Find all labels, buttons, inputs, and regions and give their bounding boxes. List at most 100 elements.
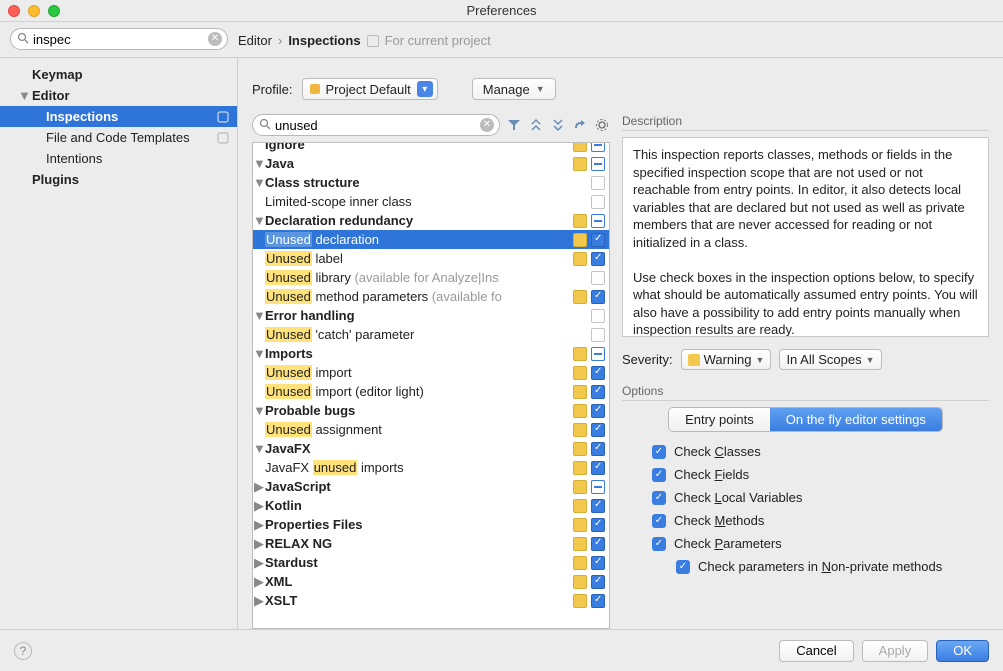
sidebar-item-keymap[interactable]: Keymap	[0, 64, 237, 85]
sidebar-item-plugins[interactable]: Plugins	[0, 169, 237, 190]
checkbox-mixed[interactable]	[591, 347, 605, 361]
project-scope-icon	[367, 35, 379, 47]
checkbox-mixed[interactable]	[591, 480, 605, 494]
tree-row[interactable]: ▼Java	[253, 154, 609, 173]
check-methods[interactable]: ✓Check Methods	[652, 513, 989, 528]
checkbox-checked[interactable]	[591, 537, 605, 551]
tree-row[interactable]: ▶Stardust	[253, 553, 609, 572]
chevron-right-icon: ▶	[253, 498, 265, 514]
tree-row[interactable]: ▼Class structure	[253, 173, 609, 192]
sidebar-item-editor[interactable]: ▼Editor	[0, 85, 237, 106]
chevron-down-icon: ▼	[253, 403, 265, 418]
checkbox-checked[interactable]	[591, 366, 605, 380]
tree-row[interactable]: Unused label	[253, 249, 609, 268]
tree-row[interactable]: ▶Properties Files	[253, 515, 609, 534]
tree-row[interactable]: ▶JavaScript	[253, 477, 609, 496]
tree-row[interactable]: ▼Error handling	[253, 306, 609, 325]
tree-search-input[interactable]	[252, 114, 500, 136]
tree-row[interactable]: Ignore	[253, 142, 609, 154]
tree-row[interactable]: ▼Declaration redundancy	[253, 211, 609, 230]
sidebar: Keymap ▼Editor Inspections File and Code…	[0, 58, 238, 629]
check-local-vars[interactable]: ✓Check Local Variables	[652, 490, 989, 505]
help-button[interactable]: ?	[14, 642, 32, 660]
tree-row[interactable]: Unused method parameters (available fo	[253, 287, 609, 306]
manage-button[interactable]: Manage ▼	[472, 78, 556, 100]
sidebar-search-input[interactable]	[10, 28, 228, 50]
reset-icon[interactable]	[572, 117, 588, 133]
check-non-private[interactable]: ✓Check parameters in Non-private methods	[652, 559, 989, 574]
check-classes[interactable]: ✓Check Classes	[652, 444, 989, 459]
collapse-all-icon[interactable]	[550, 117, 566, 133]
checkbox-checked[interactable]	[591, 404, 605, 418]
checkbox-checked[interactable]	[591, 442, 605, 456]
clear-search-icon[interactable]: ✕	[208, 32, 222, 46]
checkbox-checked[interactable]	[591, 594, 605, 608]
checkbox-unchecked[interactable]	[591, 309, 605, 323]
sidebar-item-intentions[interactable]: Intentions	[0, 148, 237, 169]
filter-icon[interactable]	[506, 117, 522, 133]
tree-row-selected[interactable]: Unused declaration	[253, 230, 609, 249]
bottombar: ? Cancel Apply OK	[0, 629, 1003, 671]
scope-dropdown[interactable]: In All Scopes ▼	[779, 349, 881, 370]
check-fields[interactable]: ✓Check Fields	[652, 467, 989, 482]
tree-row[interactable]: ▼Imports	[253, 344, 609, 363]
checkbox-checked[interactable]	[591, 385, 605, 399]
inspection-tree[interactable]: Ignore ▼Java ▼Class structure Limited-sc…	[252, 142, 610, 629]
checkbox-checked[interactable]	[591, 556, 605, 570]
tree-row[interactable]: ▶RELAX NG	[253, 534, 609, 553]
expand-all-icon[interactable]	[528, 117, 544, 133]
clear-search-icon[interactable]: ✕	[480, 118, 494, 132]
tree-row[interactable]: ▼Probable bugs	[253, 401, 609, 420]
checkbox-checked[interactable]	[591, 423, 605, 437]
severity-dropdown[interactable]: Warning ▼	[681, 349, 772, 370]
tree-row[interactable]: Unused assignment	[253, 420, 609, 439]
tree-row[interactable]: Unused library (available for Analyze|In…	[253, 268, 609, 287]
chevron-down-icon: ▼	[253, 175, 265, 190]
checkbox-checked[interactable]	[591, 233, 605, 247]
tree-row[interactable]: ▶Kotlin	[253, 496, 609, 515]
checkbox-checked[interactable]	[591, 461, 605, 475]
breadcrumb-editor[interactable]: Editor	[238, 33, 272, 48]
apply-button[interactable]: Apply	[862, 640, 929, 662]
tree-row[interactable]: Unused import	[253, 363, 609, 382]
sidebar-item-inspections[interactable]: Inspections	[0, 106, 237, 127]
tree-search: ✕	[252, 114, 500, 136]
tab-entry-points[interactable]: Entry points	[669, 408, 770, 431]
checkbox-checked[interactable]	[591, 290, 605, 304]
checkbox-checked-icon: ✓	[652, 445, 666, 459]
checkbox-checked[interactable]	[591, 575, 605, 589]
profile-dropdown[interactable]: Project Default ▾	[302, 78, 437, 100]
sidebar-item-file-code-templates[interactable]: File and Code Templates	[0, 127, 237, 148]
checkbox-unchecked[interactable]	[591, 328, 605, 342]
topbar: ✕ Editor › Inspections For current proje…	[0, 22, 1003, 58]
checkbox-checked[interactable]	[591, 499, 605, 513]
checkbox-unchecked[interactable]	[591, 195, 605, 209]
severity-row: Severity: Warning ▼ In All Scopes ▼	[622, 349, 989, 370]
caret-down-icon: ▼	[756, 355, 765, 365]
tree-row[interactable]: Unused 'catch' parameter	[253, 325, 609, 344]
gear-icon[interactable]	[594, 117, 610, 133]
tree-row[interactable]: Unused import (editor light)	[253, 382, 609, 401]
sidebar-search: ✕	[10, 28, 228, 51]
cancel-button[interactable]: Cancel	[779, 640, 853, 662]
severity-icon	[573, 575, 587, 589]
check-parameters[interactable]: ✓Check Parameters	[652, 536, 989, 551]
tree-row[interactable]: ▶XML	[253, 572, 609, 591]
checkbox-mixed[interactable]	[591, 157, 605, 171]
tree-row[interactable]: Limited-scope inner class	[253, 192, 609, 211]
profile-value: Project Default	[325, 82, 410, 97]
severity-icon	[573, 480, 587, 494]
chevron-right-icon: ▶	[253, 593, 265, 609]
checkbox-mixed[interactable]	[591, 214, 605, 228]
tab-on-the-fly[interactable]: On the fly editor settings	[770, 408, 942, 431]
checkbox-checked[interactable]	[591, 252, 605, 266]
checkbox-checked[interactable]	[591, 518, 605, 532]
checkbox-mixed[interactable]	[591, 142, 605, 152]
severity-label: Severity:	[622, 352, 673, 367]
ok-button[interactable]: OK	[936, 640, 989, 662]
tree-row[interactable]: ▶XSLT	[253, 591, 609, 610]
tree-row[interactable]: ▼JavaFX	[253, 439, 609, 458]
checkbox-unchecked[interactable]	[591, 271, 605, 285]
tree-row[interactable]: JavaFX unused imports	[253, 458, 609, 477]
checkbox-unchecked[interactable]	[591, 176, 605, 190]
